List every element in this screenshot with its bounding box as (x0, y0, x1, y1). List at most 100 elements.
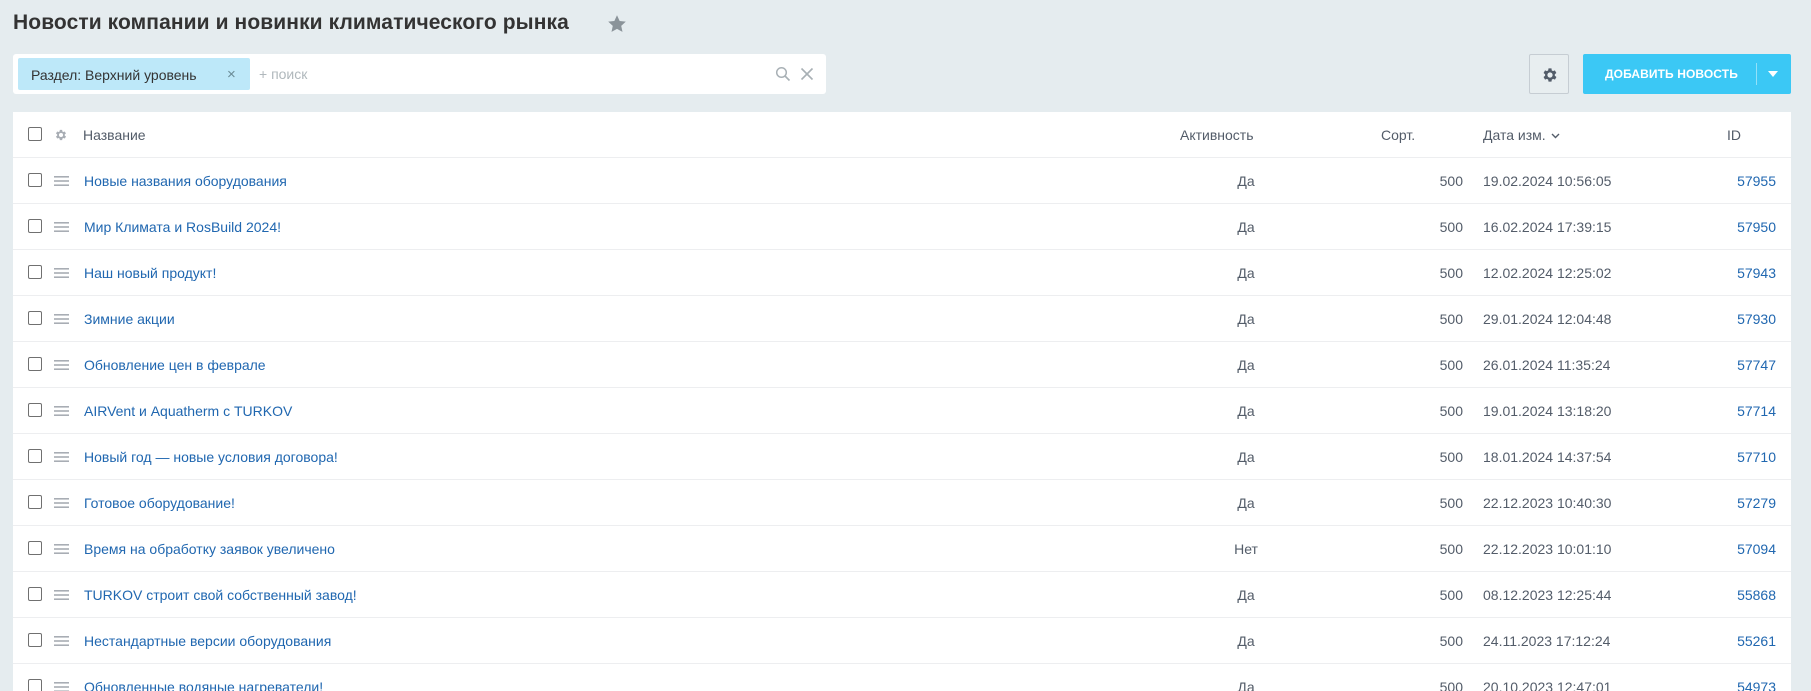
row-active: Да (1237, 219, 1255, 235)
close-icon[interactable] (799, 66, 815, 82)
row-title-link[interactable]: Нестандартные версии оборудования (84, 618, 331, 664)
row-checkbox[interactable] (28, 357, 42, 371)
table-row[interactable]: Новый год — новые условия договора! Да 5… (13, 434, 1791, 480)
row-active: Да (1237, 173, 1255, 189)
table-row[interactable]: AIRVent и Aquatherm с TURKOV Да 500 19.0… (13, 388, 1791, 434)
row-sort: 500 (1439, 311, 1463, 327)
row-date: 19.02.2024 10:56:05 (1483, 173, 1612, 189)
row-id-link[interactable]: 57943 (1693, 250, 1776, 296)
row-checkbox[interactable] (28, 587, 42, 601)
row-id-link[interactable]: 55261 (1693, 618, 1776, 664)
drag-handle-icon[interactable] (54, 682, 69, 691)
row-date: 19.01.2024 13:18:20 (1483, 403, 1612, 419)
row-date: 24.11.2023 17:12:24 (1483, 633, 1611, 649)
row-id-link[interactable]: 57094 (1693, 526, 1776, 572)
drag-handle-icon[interactable] (54, 544, 69, 554)
row-id-link[interactable]: 57747 (1693, 342, 1776, 388)
add-news-button[interactable]: ДОБАВИТЬ НОВОСТЬ (1583, 54, 1791, 94)
table-row[interactable]: Нестандартные версии оборудования Да 500… (13, 618, 1791, 664)
row-active: Да (1237, 357, 1255, 373)
row-date: 29.01.2024 12:04:48 (1483, 311, 1612, 327)
filter-chip-section[interactable]: Раздел: Верхний уровень × (18, 58, 250, 90)
search-icon[interactable] (775, 66, 791, 82)
column-header-title[interactable]: Название (83, 112, 146, 158)
drag-handle-icon[interactable] (54, 590, 69, 600)
add-news-button-label: ДОБАВИТЬ НОВОСТЬ (1605, 67, 1738, 81)
search-input[interactable] (259, 64, 759, 84)
row-checkbox[interactable] (28, 541, 42, 555)
row-date: 20.10.2023 12:47:01 (1483, 679, 1612, 691)
gear-icon[interactable] (54, 128, 68, 142)
table-row[interactable]: Мир Климата и RosBuild 2024! Да 500 16.0… (13, 204, 1791, 250)
row-id-link[interactable]: 57955 (1693, 158, 1776, 204)
table-row[interactable]: Обновленные водяные нагреватели! Да 500 … (13, 664, 1791, 691)
row-sort: 500 (1439, 633, 1463, 649)
row-date: 16.02.2024 17:39:15 (1483, 219, 1612, 235)
row-title-link[interactable]: Обновленные водяные нагреватели! (84, 664, 323, 691)
row-checkbox[interactable] (28, 311, 42, 325)
row-checkbox[interactable] (28, 633, 42, 647)
row-title-link[interactable]: Готовое оборудование! (84, 480, 235, 526)
chevron-down-icon[interactable] (1768, 71, 1778, 77)
drag-handle-icon[interactable] (54, 406, 69, 416)
drag-handle-icon[interactable] (54, 268, 69, 278)
row-active: Да (1237, 587, 1255, 603)
row-title-link[interactable]: AIRVent и Aquatherm с TURKOV (84, 388, 292, 434)
row-title-link[interactable]: Новые названия оборудования (84, 158, 287, 204)
row-checkbox[interactable] (28, 265, 42, 279)
drag-handle-icon[interactable] (54, 222, 69, 232)
drag-handle-icon[interactable] (54, 452, 69, 462)
drag-handle-icon[interactable] (54, 360, 69, 370)
table-row[interactable]: Время на обработку заявок увеличено Нет … (13, 526, 1791, 572)
settings-button[interactable] (1529, 54, 1569, 94)
table-row[interactable]: Готовое оборудование! Да 500 22.12.2023 … (13, 480, 1791, 526)
chip-remove-icon[interactable]: × (227, 66, 236, 83)
filter-bar[interactable]: Раздел: Верхний уровень × (13, 54, 826, 94)
row-active: Да (1237, 403, 1255, 419)
row-title-link[interactable]: Новый год — новые условия договора! (84, 434, 338, 480)
row-checkbox[interactable] (28, 403, 42, 417)
row-active: Да (1237, 449, 1255, 465)
row-date: 12.02.2024 12:25:02 (1483, 265, 1612, 281)
row-title-link[interactable]: Обновление цен в феврале (84, 342, 266, 388)
row-id-link[interactable]: 54973 (1693, 664, 1776, 691)
row-id-link[interactable]: 57930 (1693, 296, 1776, 342)
row-id-link[interactable]: 55868 (1693, 572, 1776, 618)
column-header-date[interactable]: Дата изм. (1483, 112, 1560, 158)
row-active: Да (1237, 633, 1255, 649)
row-title-link[interactable]: TURKOV строит свой собственный завод! (84, 572, 357, 618)
row-checkbox[interactable] (28, 449, 42, 463)
row-sort: 500 (1439, 403, 1463, 419)
table-row[interactable]: Зимние акции Да 500 29.01.2024 12:04:48 … (13, 296, 1791, 342)
table-row[interactable]: Обновление цен в феврале Да 500 26.01.20… (13, 342, 1791, 388)
row-date: 18.01.2024 14:37:54 (1483, 449, 1612, 465)
row-title-link[interactable]: Наш новый продукт! (84, 250, 216, 296)
row-id-link[interactable]: 57714 (1693, 388, 1776, 434)
column-header-id[interactable]: ID (1727, 112, 1741, 158)
star-icon[interactable] (606, 13, 628, 35)
table-row[interactable]: Наш новый продукт! Да 500 12.02.2024 12:… (13, 250, 1791, 296)
row-title-link[interactable]: Время на обработку заявок увеличено (84, 526, 335, 572)
row-title-link[interactable]: Мир Климата и RosBuild 2024! (84, 204, 281, 250)
drag-handle-icon[interactable] (54, 314, 69, 324)
select-all-checkbox[interactable] (28, 127, 42, 141)
row-sort: 500 (1439, 449, 1463, 465)
row-active: Да (1237, 679, 1255, 691)
table-row[interactable]: Новые названия оборудования Да 500 19.02… (13, 158, 1791, 204)
drag-handle-icon[interactable] (54, 636, 69, 646)
row-id-link[interactable]: 57950 (1693, 204, 1776, 250)
row-sort: 500 (1439, 173, 1463, 189)
row-checkbox[interactable] (28, 219, 42, 233)
row-title-link[interactable]: Зимние акции (84, 296, 175, 342)
row-id-link[interactable]: 57279 (1693, 480, 1776, 526)
row-id-link[interactable]: 57710 (1693, 434, 1776, 480)
row-checkbox[interactable] (28, 495, 42, 509)
drag-handle-icon[interactable] (54, 498, 69, 508)
page-title: Новости компании и новинки климатическог… (13, 11, 569, 34)
row-checkbox[interactable] (28, 679, 42, 691)
column-header-active[interactable]: Активность (1180, 112, 1254, 158)
row-checkbox[interactable] (28, 173, 42, 187)
drag-handle-icon[interactable] (54, 176, 69, 186)
column-header-sort[interactable]: Сорт. (1381, 112, 1415, 158)
table-row[interactable]: TURKOV строит свой собственный завод! Да… (13, 572, 1791, 618)
